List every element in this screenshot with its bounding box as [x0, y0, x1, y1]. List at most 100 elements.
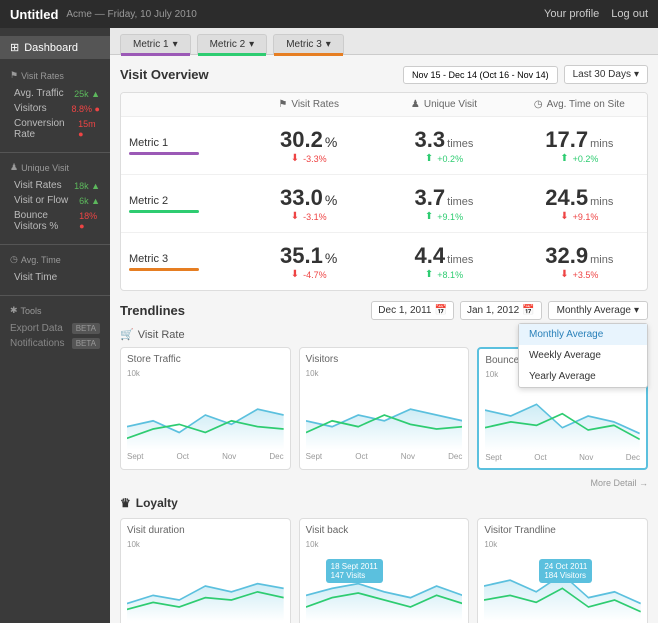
sidebar-section-title-visit-rates: ⚑ Visit Rates — [0, 67, 110, 84]
chart-visit-back-y-max: 10k — [306, 540, 463, 549]
avg-time-col-icon: ◷ — [534, 99, 543, 110]
metric1-unique-visit-cell: 3.3 times ⬆ +0.2% — [376, 117, 511, 174]
metric3-unique-visit-cell: 4.4 times ⬆ +8.1% — [376, 233, 511, 290]
metric1-label-cell: Metric 1 — [121, 117, 241, 174]
metric3-unique-visit-value: 4.4 — [415, 243, 446, 269]
your-profile-link[interactable]: Your profile — [544, 8, 599, 20]
overview-row-metric2: Metric 2 33.0 % ⬇ -3.1% — [121, 175, 647, 233]
period-select-btn[interactable]: Monthly Average ▾ — [548, 301, 648, 320]
conversion-badge: 15m ● — [78, 119, 100, 139]
metric3-label-cell: Metric 3 — [121, 233, 241, 290]
metric2-avg-time-value: 24.5 — [545, 185, 588, 211]
period-select-dropdown[interactable]: Monthly Average ▾ Monthly Average Weekly… — [548, 301, 648, 320]
sidebar-item-visit-time[interactable]: Visit Time — [0, 270, 110, 285]
overview-row-metric1: Metric 1 30.2 % ⬇ -3.3% — [121, 117, 647, 175]
trendlines-header: Trendlines Dec 1, 2011 📅 Jan 1, 2012 📅 M… — [120, 301, 648, 320]
metric-tab-3-label: Metric 3 — [286, 39, 322, 50]
content-area: Visit Overview Nov 15 - Dec 14 (Oct 16 -… — [110, 55, 658, 623]
chart-visit-back: Visit back 10k — [299, 518, 470, 623]
export-data-tag: BETA — [72, 323, 100, 334]
visit-overview-title: Visit Overview — [120, 67, 209, 82]
metric1-visit-rates-change: ⬇ -3.3% — [291, 153, 327, 164]
dashboard-label: Dashboard — [24, 42, 78, 54]
period-chevron: ▾ — [634, 69, 639, 80]
overview-table: ⚑ Visit Rates ♟ Unique Visit ◷ Avg. Time… — [120, 92, 648, 291]
metric3-avg-time-change: ⬇ +3.5% — [560, 269, 598, 280]
metric3-unique-visit-unit: times — [447, 254, 473, 266]
dashboard-nav-item[interactable]: ⊞ Dashboard — [0, 36, 110, 59]
sidebar-item-bounce-visitors[interactable]: Bounce Visitors % 18% ● — [0, 208, 110, 234]
metric1-avg-time-change: ⬆ +0.2% — [560, 153, 598, 164]
overview-col-avg-time: ◷ Avg. Time on Site — [512, 93, 647, 116]
metric-tab-3[interactable]: Metric 3 ▾ — [273, 34, 344, 54]
metric-tab-1[interactable]: Metric 1 ▾ — [120, 34, 191, 54]
period-dropdown[interactable]: Last 30 Days ▾ — [564, 65, 648, 84]
chart-visit-back-title: Visit back — [306, 525, 463, 536]
sidebar-item-conversion-rate[interactable]: Conversion Rate 15m ● — [0, 116, 110, 142]
metric-tab-2-label: Metric 2 — [210, 39, 246, 50]
metric1-avg-time-unit: mins — [590, 138, 613, 150]
overview-col-empty — [121, 93, 241, 116]
metric2-unique-visit-cell: 3.7 times ⬆ +9.1% — [376, 175, 511, 232]
metric3-avg-time-cell: 32.9 mins ⬇ +3.5% — [512, 233, 647, 290]
cart-icon: 🛒 — [120, 328, 134, 341]
period-option-monthly[interactable]: Monthly Average — [519, 324, 647, 345]
metrics-tabs: Metric 1 ▾ Metric 2 ▾ Metric 3 ▾ — [110, 28, 658, 55]
sidebar-item-visitors[interactable]: Visitors 8.8% ● — [0, 101, 110, 116]
chart-visitor-trandline-title: Visitor Trandline — [484, 525, 641, 536]
date-range-display[interactable]: Nov 15 - Dec 14 (Oct 16 - Nov 14) — [403, 66, 558, 84]
chart-store-traffic: Store Traffic 10k — [120, 347, 291, 470]
end-date-input[interactable]: Jan 1, 2012 📅 — [460, 301, 542, 320]
sidebar-section-avg-time: ◷ Avg. Time Visit Time — [0, 251, 110, 285]
chart-visit-duration-title: Visit duration — [127, 525, 284, 536]
sidebar-section-visit-rates: ⚑ Visit Rates Avg. Traffic 25k ▲ Visitor… — [0, 67, 110, 142]
period-label: Last 30 Days — [573, 69, 631, 80]
notifications-tag: BETA — [72, 338, 100, 349]
sidebar-item-notifications[interactable]: Notifications BETA — [0, 336, 110, 351]
period-option-weekly[interactable]: Weekly Average — [519, 345, 647, 366]
metric2-label: Metric 2 — [129, 195, 233, 207]
person-icon: ♟ — [10, 162, 18, 173]
more-detail-link[interactable]: More Detail → — [120, 478, 648, 488]
topbar-meta: Acme — Friday, 10 July 2010 — [66, 9, 196, 20]
visitors-badge: 8.8% ● — [72, 104, 100, 114]
metric-tab-3-chevron: ▾ — [326, 39, 331, 50]
metric3-avg-time-unit: mins — [590, 254, 613, 266]
metric2-unique-visit-unit: times — [447, 196, 473, 208]
chart-bounce-rate-area — [485, 381, 640, 451]
main-content: Metric 1 ▾ Metric 2 ▾ Metric 3 ▾ Visit O… — [110, 28, 658, 623]
overview-table-header: ⚑ Visit Rates ♟ Unique Visit ◷ Avg. Time… — [121, 93, 647, 117]
metric-tab-1-chevron: ▾ — [173, 39, 178, 50]
sidebar-item-export-data[interactable]: Export Data BETA — [0, 321, 110, 336]
chart-visit-duration: Visit duration 10k — [120, 518, 291, 623]
period-option-yearly[interactable]: Yearly Average — [519, 366, 647, 387]
chart-visitors-title: Visitors — [306, 354, 463, 365]
visit-rates-col-icon: ⚑ — [278, 99, 287, 110]
metric2-label-cell: Metric 2 — [121, 175, 241, 232]
metric3-visit-rates-unit: % — [325, 250, 337, 266]
sidebar-item-visit-rates[interactable]: Visit Rates 18k ▲ — [0, 178, 110, 193]
chart-store-traffic-area — [127, 380, 284, 450]
chart-visitors: Visitors 10k — [299, 347, 470, 470]
metric3-visit-rates-cell: 35.1 % ⬇ -4.7% — [241, 233, 376, 290]
metric1-visit-rates-value: 30.2 — [280, 127, 323, 153]
topbar: Untitled Acme — Friday, 10 July 2010 You… — [0, 0, 658, 28]
unique-visit-col-icon: ♟ — [411, 99, 420, 110]
sidebar-item-visit-or-flow[interactable]: Visit or Flow 6k ▲ — [0, 193, 110, 208]
period-dropdown-panel: Monthly Average Weekly Average Yearly Av… — [518, 323, 648, 388]
sidebar-section-title-unique-visit: ♟ Unique Visit — [0, 159, 110, 176]
metric1-unique-visit-unit: times — [447, 138, 473, 150]
chart-visitors-axis: Sept Oct Nov Dec — [306, 452, 463, 461]
metric2-visit-rates-value: 33.0 — [280, 185, 323, 211]
period-select-label: Monthly Average — [557, 305, 631, 316]
metric2-visit-rates-unit: % — [325, 192, 337, 208]
topbar-right: Your profile Log out — [544, 8, 648, 20]
overview-row-metric3: Metric 3 35.1 % ⬇ -4.7% — [121, 233, 647, 290]
metric-tab-1-label: Metric 1 — [133, 39, 169, 50]
metric-tab-2[interactable]: Metric 2 ▾ — [197, 34, 268, 54]
metric3-label: Metric 3 — [129, 253, 233, 265]
logout-link[interactable]: Log out — [611, 8, 648, 20]
sidebar-item-avg-traffic[interactable]: Avg. Traffic 25k ▲ — [0, 86, 110, 101]
start-date-input[interactable]: Dec 1, 2011 📅 — [371, 301, 454, 320]
chart-visit-duration-area — [127, 551, 284, 621]
